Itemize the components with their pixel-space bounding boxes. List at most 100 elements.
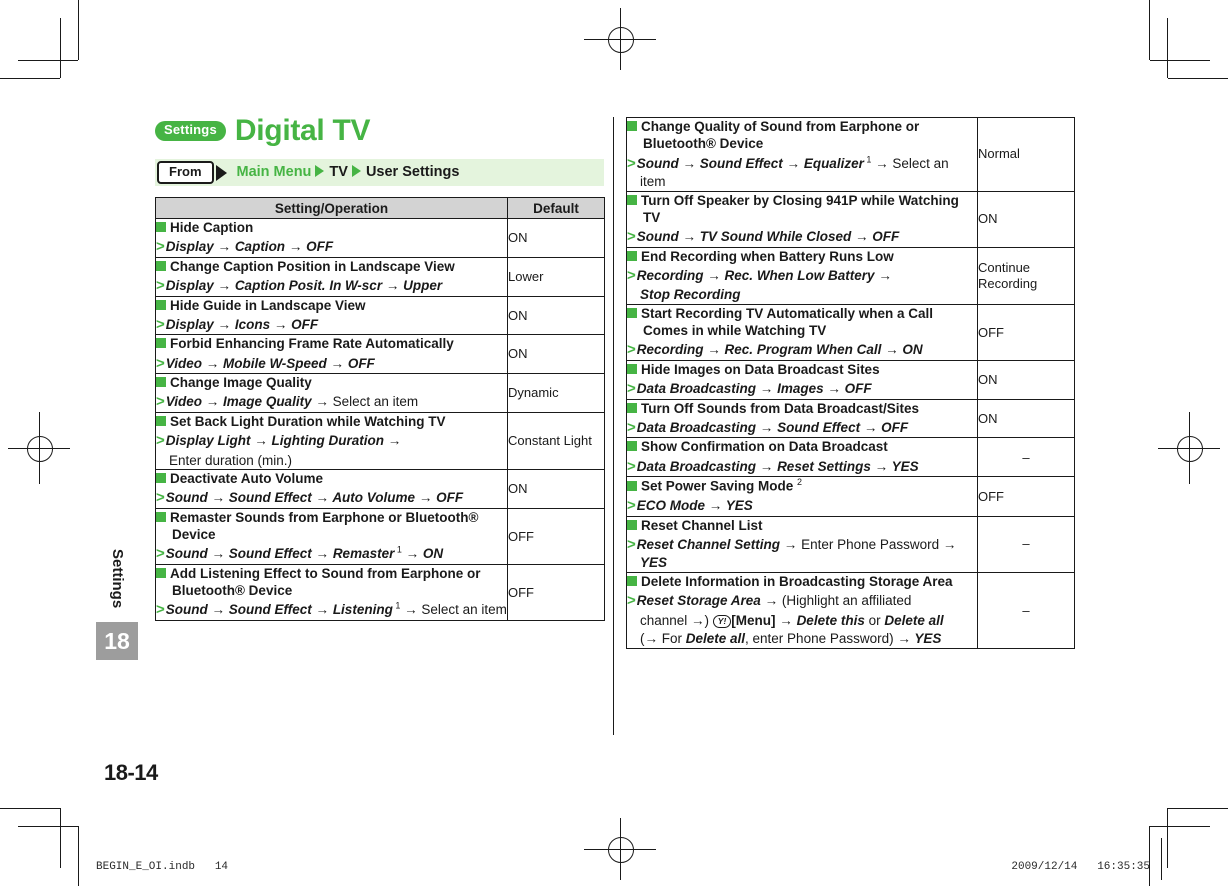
- step-token: Upper: [403, 278, 443, 294]
- default-value-cell: ON: [977, 190, 1075, 248]
- green-square-bullet-icon: [156, 377, 166, 388]
- setting-title: Forbid Enhancing Frame Rate Automaticall…: [156, 335, 507, 352]
- green-square-bullet-icon: [627, 402, 637, 413]
- step-token: Caption: [234, 239, 286, 255]
- step-token: Sound: [636, 229, 679, 245]
- green-square-bullet-icon: [156, 260, 166, 271]
- from-key-label: From: [157, 160, 214, 185]
- green-square-bullet-icon: [627, 480, 637, 491]
- step-token: [Menu]: [731, 612, 776, 628]
- step-chevron-icon: >: [156, 238, 165, 256]
- step-token: Sound Effect: [228, 602, 312, 618]
- setting-step-line: channel →) Y! [Menu] → Delete this or Del…: [627, 612, 977, 630]
- page-number: 18-14: [104, 760, 158, 785]
- chapter-number-tab: 18: [96, 622, 138, 660]
- step-token: YES: [725, 498, 753, 514]
- step-chevron-icon: >: [627, 228, 636, 246]
- step-token: Stop Recording: [640, 287, 741, 303]
- step-token: →: [400, 602, 422, 618]
- table-row: Remaster Sounds from Earphone or Bluetoo…: [155, 507, 605, 565]
- step-token: ON: [422, 546, 444, 562]
- step-token: →: [823, 381, 845, 397]
- setting-operation-cell: Remaster Sounds from Earphone or Bluetoo…: [155, 507, 508, 565]
- green-square-bullet-icon: [156, 415, 166, 426]
- step-token: Equalizer: [803, 155, 864, 171]
- setting-operation-cell: Deactivate Auto Volume >Sound → Sound Eff…: [155, 469, 508, 509]
- settings-table-left: Setting/Operation Default Hide Caption >D…: [155, 197, 605, 621]
- step-token: Rec. When Low Battery: [724, 267, 875, 283]
- setting-operation-cell: Turn Off Speaker by Closing 941P while W…: [626, 190, 978, 248]
- step-token: Sound: [165, 490, 208, 506]
- step-token: Lighting Duration: [271, 433, 385, 449]
- step-token: Recording: [636, 267, 704, 283]
- step-token: Reset Storage Area: [636, 593, 761, 609]
- step-token: Recording: [636, 342, 704, 358]
- step-token: Display: [165, 316, 214, 332]
- table-row: Change Image Quality >Video → Image Quali…: [155, 373, 605, 413]
- footnote-marker: 2: [797, 477, 803, 488]
- table-row: Change Caption Position in Landscape Vie…: [155, 256, 605, 297]
- breadcrumb-item-tv: TV: [329, 164, 348, 181]
- step-token: Sound: [165, 602, 208, 618]
- setting-operation-cell: Hide Guide in Landscape View >Display → I…: [155, 295, 508, 336]
- step-token: →: [250, 433, 272, 449]
- green-square-bullet-icon: [156, 567, 166, 578]
- step-token: Sound Effect: [777, 419, 861, 435]
- setting-operation-cell: Set Back Light Duration while Watching T…: [155, 411, 508, 471]
- step-token: →: [326, 355, 348, 371]
- default-value-cell: Normal: [977, 117, 1075, 192]
- step-chevron-icon: >: [627, 497, 636, 515]
- step-token: →: [851, 229, 873, 245]
- setting-step-line: >Video → Mobile W-Speed → OFF: [156, 354, 507, 374]
- step-token: →: [756, 419, 778, 435]
- step-token: →: [782, 155, 804, 171]
- setting-step-line: >Sound → Sound Effect → Listening 1 → Se…: [156, 600, 507, 620]
- step-token: Remaster: [332, 546, 395, 562]
- setting-title: Reset Channel List: [627, 517, 977, 534]
- footer-rule-left: [78, 838, 79, 880]
- step-token: Display: [165, 278, 214, 294]
- setting-step-line: >Video → Image Quality → Select an item: [156, 392, 507, 412]
- setting-step-line: >Recording → Rec. When Low Battery →: [627, 266, 977, 286]
- green-square-bullet-icon: [627, 363, 637, 374]
- step-token: →: [678, 229, 700, 245]
- breadcrumb: From Main Menu TV User Settings: [155, 159, 604, 186]
- setting-operation-cell: Delete Information in Broadcasting Stora…: [626, 571, 978, 649]
- table-row: Show Confirmation on Data Broadcast >Data…: [626, 437, 1075, 478]
- green-square-bullet-icon: [627, 441, 637, 452]
- table-row: Turn Off Sounds from Data Broadcast/Site…: [626, 398, 1075, 439]
- green-square-bullet-icon: [627, 519, 637, 530]
- step-token: →: [311, 490, 333, 506]
- step-token: Enter duration (min.): [169, 452, 293, 468]
- step-token: →: [678, 155, 700, 171]
- step-chevron-icon: >: [627, 457, 636, 475]
- footer-timestamp: 2009/12/14 16:35:35: [1011, 861, 1150, 873]
- table-row: Hide Guide in Landscape View >Display → I…: [155, 295, 605, 336]
- setting-step-line: >Sound → TV Sound While Closed → OFF: [627, 227, 977, 247]
- setting-title: Turn Off Speaker by Closing 941P while W…: [627, 192, 977, 227]
- step-token: →: [202, 394, 224, 410]
- step-token: →: [881, 342, 903, 358]
- step-token: Auto Volume: [332, 490, 416, 506]
- default-value-cell: OFF: [507, 507, 605, 565]
- step-token: Delete all: [685, 631, 746, 647]
- setting-step-line: >Display → Caption → OFF: [156, 237, 507, 257]
- step-token: →: [760, 593, 782, 609]
- breadcrumb-separator-icon: [315, 165, 325, 178]
- step-token: →: [401, 546, 423, 562]
- column-header-operation: Setting/Operation: [155, 197, 508, 219]
- green-square-bullet-icon: [156, 473, 166, 484]
- step-token: Display: [165, 239, 214, 255]
- step-token: Icons: [234, 316, 271, 332]
- step-chevron-icon: >: [156, 489, 165, 507]
- green-square-bullet-icon: [156, 222, 166, 232]
- setting-title: Add Listening Effect to Sound from Earph…: [156, 565, 507, 600]
- step-token: Sound: [636, 155, 679, 171]
- green-square-bullet-icon: [156, 511, 166, 522]
- setting-step-line: >Display → Caption Posit. In W-scr → Upp…: [156, 276, 507, 296]
- setting-operation-cell: Show Confirmation on Data Broadcast >Data…: [626, 437, 978, 478]
- step-token: →: [213, 239, 235, 255]
- setting-step-line: (→ For Delete all, enter Phone Password)…: [627, 630, 977, 648]
- step-chevron-icon: >: [627, 380, 636, 398]
- step-token: →: [703, 267, 725, 283]
